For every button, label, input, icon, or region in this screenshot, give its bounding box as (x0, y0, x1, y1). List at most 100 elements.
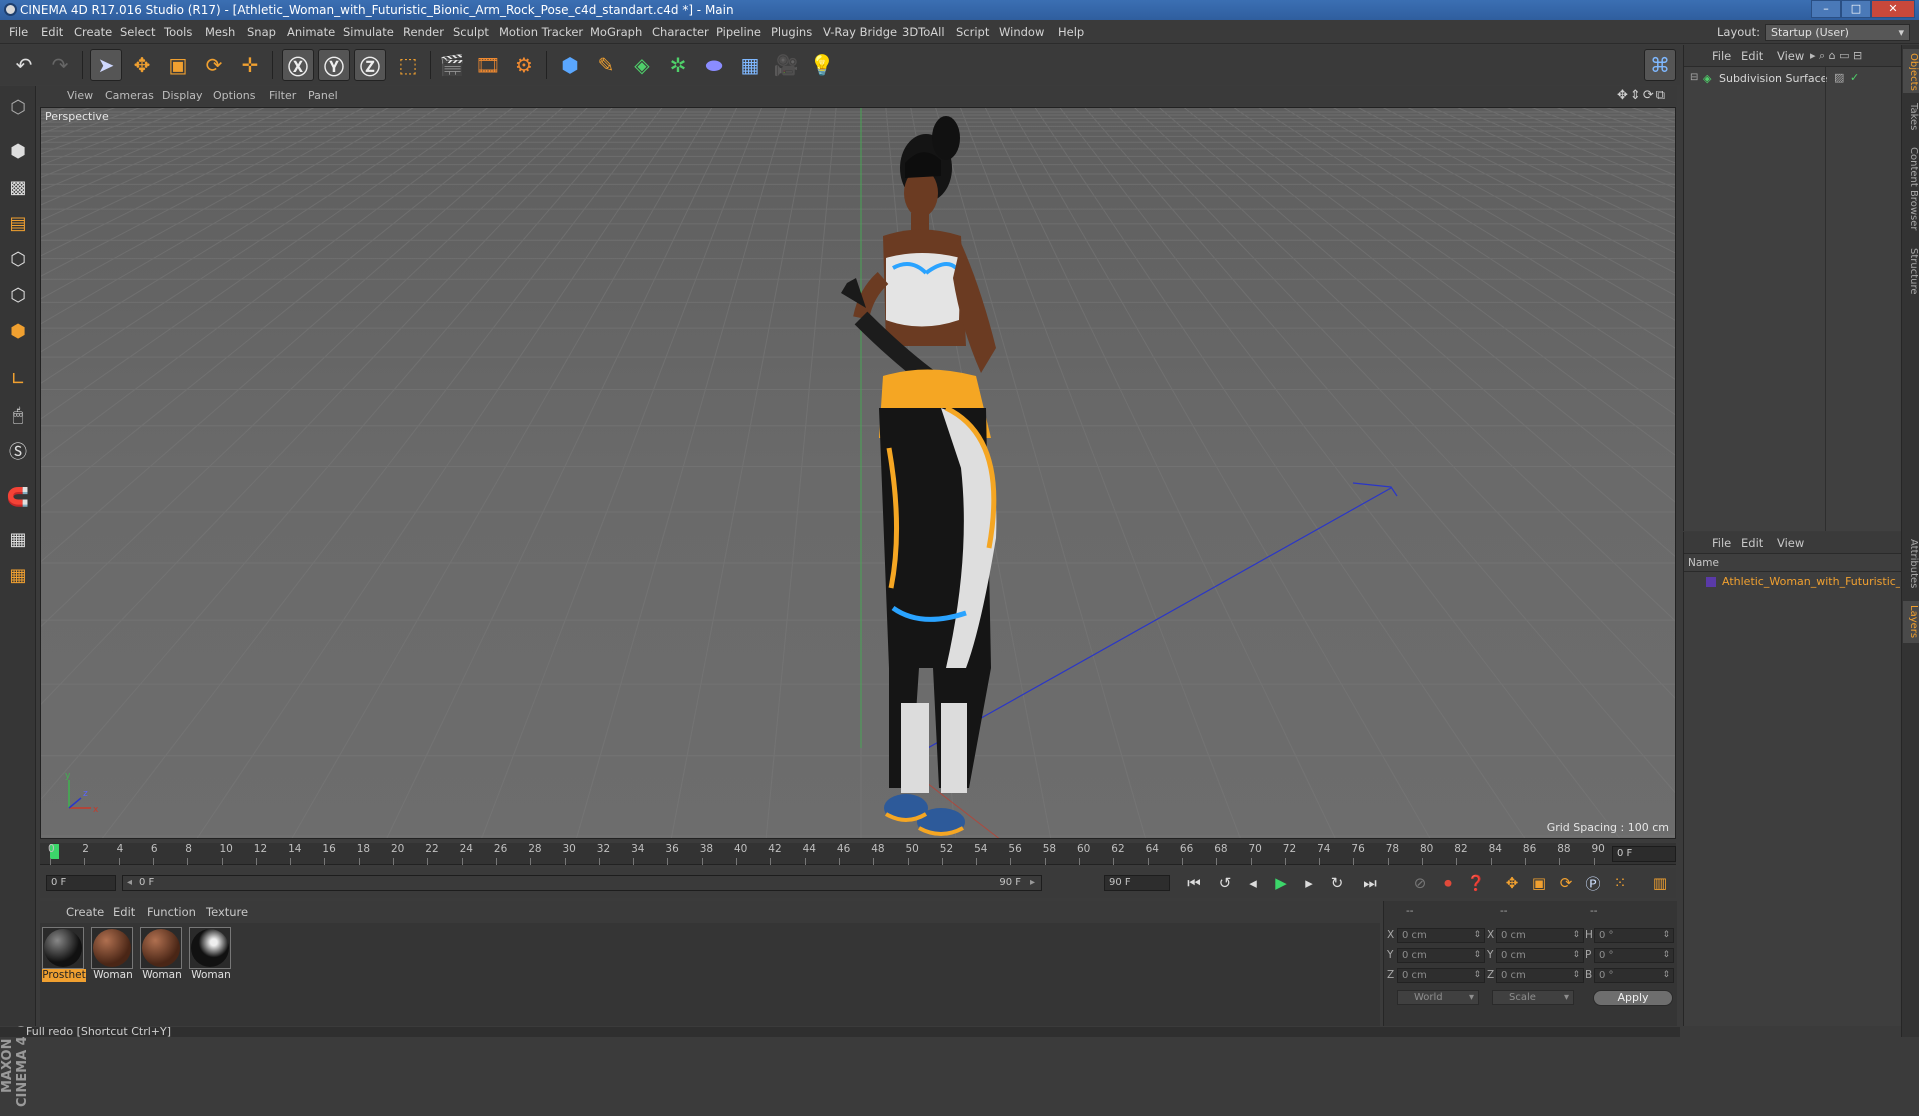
material-menu-create[interactable]: Create (66, 901, 104, 923)
minimize-button[interactable]: – (1811, 0, 1841, 18)
size-mode-dropdown[interactable]: Scale (1492, 990, 1574, 1005)
array-icon[interactable]: ✲ (662, 49, 694, 81)
render-settings-icon[interactable]: ⚙ (508, 49, 540, 81)
apply-button[interactable]: Apply (1593, 990, 1673, 1006)
coordinate-system-icon[interactable]: ⬚ (392, 49, 424, 81)
tab-takes[interactable]: Takes (1903, 99, 1919, 135)
menu-simulate[interactable]: Simulate (343, 20, 394, 44)
material-swatch[interactable]: Woman (91, 927, 135, 982)
material-swatch[interactable]: Woman (189, 927, 233, 982)
menu-snap[interactable]: Snap (247, 20, 276, 44)
key-pla-icon[interactable]: ⁙ (1608, 872, 1632, 894)
python-icon[interactable]: ⌘ (1644, 49, 1676, 81)
previous-frame-icon[interactable]: ◂ (1241, 872, 1265, 894)
make-editable-icon[interactable]: ⬡ (3, 92, 33, 122)
viewport-navigation-icons[interactable]: ✥⇕⟳⧉ (1617, 88, 1667, 103)
close-button[interactable]: ✕ (1871, 0, 1915, 18)
workplane-icon[interactable]: ▤ (3, 208, 33, 238)
key-parameter-icon[interactable]: Ⓟ (1581, 872, 1605, 894)
redo-icon[interactable]: ↷ (44, 49, 76, 81)
coordinate-mode-dropdown[interactable]: World (1397, 990, 1479, 1005)
layer-menu-file[interactable]: File (1712, 532, 1731, 554)
live-selection-icon[interactable]: ✛ (234, 49, 266, 81)
material-swatch[interactable]: Woman (140, 927, 184, 982)
subdivision-surface-icon[interactable]: ◈ (626, 49, 658, 81)
tweak-mode-icon[interactable]: 🖱 (3, 400, 33, 430)
record-keys-icon[interactable]: ⊘ (1408, 872, 1432, 894)
move-icon[interactable]: ✥ (126, 49, 158, 81)
menu-mesh[interactable]: Mesh (205, 20, 235, 44)
planar-workplane-icon[interactable]: ▦ (3, 560, 33, 590)
points-mode-icon[interactable]: ⬡ (3, 244, 33, 274)
menu-vray-bridge[interactable]: V-Ray Bridge (823, 20, 897, 44)
x-axis-lock-icon[interactable]: Ⓧ (282, 49, 314, 81)
pos-z-field[interactable]: 0 cm (1397, 968, 1485, 983)
tab-content-browser[interactable]: Content Browser (1903, 141, 1919, 237)
z-axis-lock-icon[interactable]: Ⓩ (354, 49, 386, 81)
key-position-icon[interactable]: ✥ (1500, 872, 1524, 894)
menu-character[interactable]: Character (652, 20, 709, 44)
menu-3dtoall[interactable]: 3DToAll (902, 20, 945, 44)
menu-sculpt[interactable]: Sculpt (453, 20, 489, 44)
layout-dropdown[interactable]: Startup (User) (1765, 24, 1910, 41)
menu-edit[interactable]: Edit (41, 20, 63, 44)
layer-row[interactable]: Athletic_Woman_with_Futuristic_B (1684, 574, 1901, 590)
render-view-icon[interactable]: 🎬 (436, 49, 468, 81)
next-frame-icon[interactable]: ▸ (1297, 872, 1321, 894)
menu-script[interactable]: Script (956, 20, 989, 44)
frame-range-slider[interactable]: ◂ 0 F 90 F ▸ (122, 875, 1042, 891)
object-menu-file[interactable]: File (1712, 45, 1731, 67)
material-swatch[interactable]: Prosthet (42, 927, 86, 982)
object-enabled-check-icon[interactable]: ✓ (1850, 71, 1859, 84)
render-picture-viewer-icon[interactable]: 🎞 (472, 49, 504, 81)
current-frame-field[interactable]: 0 F (1612, 846, 1676, 862)
autokey-icon[interactable]: ❓ (1464, 872, 1488, 894)
pos-x-field[interactable]: 0 cm (1397, 928, 1485, 943)
select-arrow-icon[interactable]: ➤ (90, 49, 122, 81)
spline-pen-icon[interactable]: ✎ (590, 49, 622, 81)
object-manager-tool-icons[interactable]: ▸ ⌕ ⌂ ▭ ⊟ (1810, 45, 1862, 67)
floor-icon[interactable]: ▦ (734, 49, 766, 81)
rot-h-field[interactable]: 0 ° (1594, 928, 1674, 943)
size-x-field[interactable]: 0 cm (1496, 928, 1584, 943)
perspective-viewport[interactable]: y x z Perspective Grid Spacing : 100 cm (40, 107, 1676, 839)
rotate-icon[interactable]: ⟳ (198, 49, 230, 81)
undo-icon[interactable]: ↶ (8, 49, 40, 81)
start-frame-field[interactable]: 0 F (46, 875, 116, 891)
magnet-icon[interactable]: 🧲 (3, 482, 33, 512)
menu-plugins[interactable]: Plugins (771, 20, 812, 44)
rot-b-field[interactable]: 0 ° (1594, 968, 1674, 983)
scale-icon[interactable]: ▣ (162, 49, 194, 81)
size-y-field[interactable]: 0 cm (1496, 948, 1584, 963)
tab-structure[interactable]: Structure (1903, 243, 1919, 299)
menu-file[interactable]: File (9, 20, 28, 44)
camera-icon[interactable]: 🎥 (770, 49, 802, 81)
object-menu-edit[interactable]: Edit (1741, 45, 1763, 67)
menu-create[interactable]: Create (74, 20, 112, 44)
texture-mode-icon[interactable]: ▩ (3, 172, 33, 202)
menu-select[interactable]: Select (120, 20, 155, 44)
layer-menu-edit[interactable]: Edit (1741, 532, 1763, 554)
light-icon[interactable]: 💡 (806, 49, 838, 81)
edges-mode-icon[interactable]: ⬡ (3, 280, 33, 310)
size-z-field[interactable]: 0 cm (1496, 968, 1584, 983)
viewport-menu-panel[interactable]: Panel (308, 86, 338, 106)
viewport-menu-filter[interactable]: Filter (269, 86, 296, 106)
y-axis-lock-icon[interactable]: Ⓨ (318, 49, 350, 81)
tab-attributes[interactable]: Attributes (1903, 533, 1919, 595)
viewport-menu-view[interactable]: View (67, 86, 93, 106)
maximize-button[interactable]: □ (1841, 0, 1871, 18)
next-key-icon[interactable]: ↻ (1325, 872, 1349, 894)
timeline-ruler[interactable]: 0 2 4 6 8 10 12 14 16 18 20 22 24 26 28 30 32 34 36 38 40 42 4… (40, 843, 1676, 865)
lock-workplane-icon[interactable]: ▦ (3, 524, 33, 554)
record-active-icon[interactable]: ⏺ (1436, 872, 1460, 894)
expand-icon[interactable]: ⊟ (1690, 72, 1698, 83)
play-icon[interactable]: ▶ (1269, 872, 1293, 894)
rot-p-field[interactable]: 0 ° (1594, 948, 1674, 963)
material-menu-texture[interactable]: Texture (206, 901, 248, 923)
menu-mograph[interactable]: MoGraph (590, 20, 642, 44)
pos-y-field[interactable]: 0 cm (1397, 948, 1485, 963)
object-row[interactable]: ⊟ ◈ Subdivision Surface ▨ ✓ (1684, 70, 1901, 88)
viewport-menu-cameras[interactable]: Cameras (105, 86, 154, 106)
key-scale-icon[interactable]: ▣ (1527, 872, 1551, 894)
